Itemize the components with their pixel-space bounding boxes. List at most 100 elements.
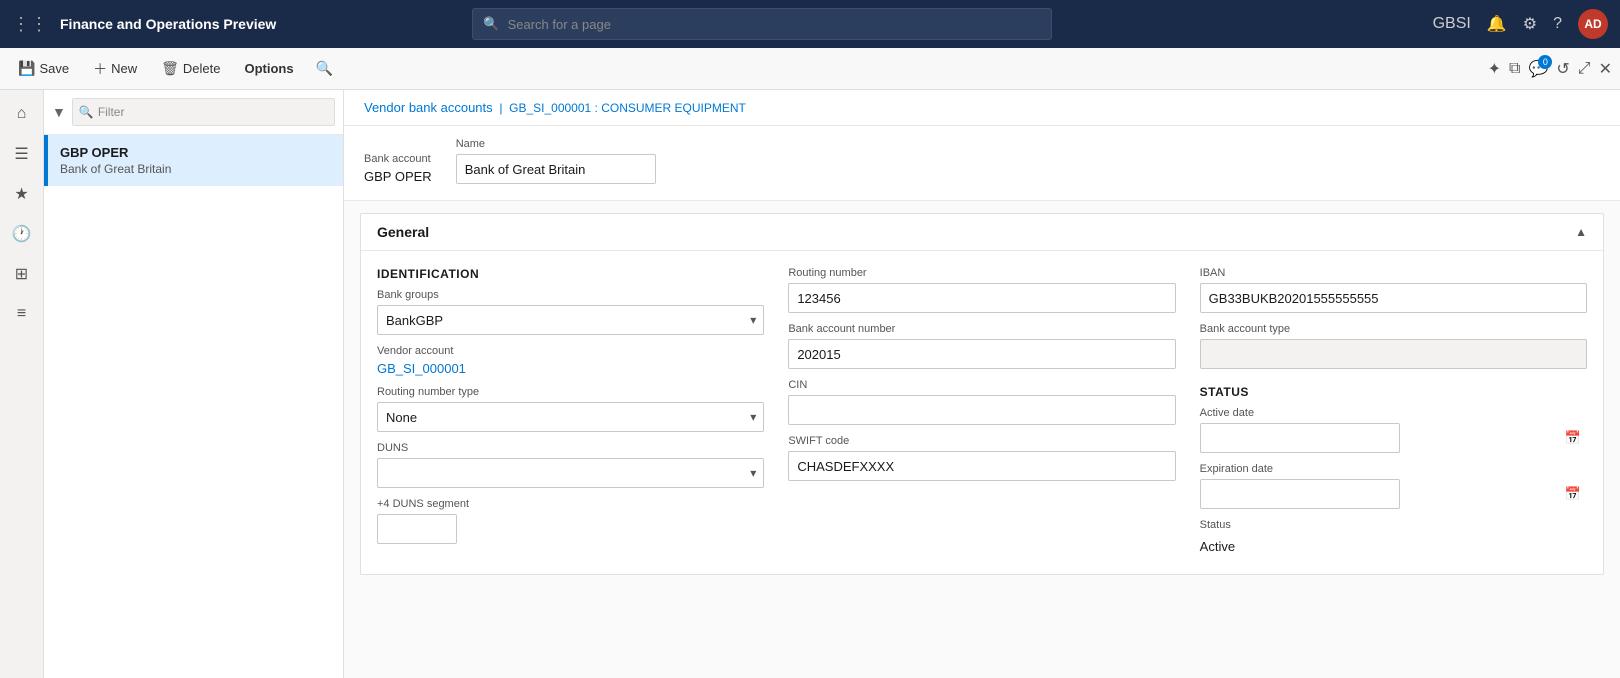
filter-input[interactable] bbox=[98, 105, 328, 119]
iban-field: IBAN bbox=[1200, 267, 1587, 313]
save-icon: 💾 bbox=[18, 60, 35, 77]
vendor-account-link[interactable]: GB_SI_000001 bbox=[377, 361, 764, 376]
expand-icon[interactable]: ⤢ bbox=[1578, 60, 1591, 78]
routing-number-input[interactable] bbox=[788, 283, 1175, 313]
grid-menu-icon[interactable]: ⋮⋮ bbox=[12, 14, 48, 35]
breadcrumb-separator: | bbox=[499, 101, 502, 115]
toolbar: 💾 Save ＋ New 🗑 Delete Options 🔍 ✦ ⧉ 💬 0 … bbox=[0, 48, 1620, 90]
detail-header: Bank account GBP OPER Name bbox=[344, 126, 1620, 201]
bank-account-type-input[interactable] bbox=[1200, 339, 1587, 369]
notification-icon[interactable]: 🔔 bbox=[1487, 14, 1507, 34]
swift-code-input[interactable] bbox=[788, 451, 1175, 481]
toolbar-search-icon[interactable]: 🔍 bbox=[316, 60, 333, 77]
close-icon[interactable]: ✕ bbox=[1599, 59, 1612, 79]
home-icon[interactable]: ⌂ bbox=[6, 98, 38, 130]
workspace-icon[interactable]: ⊞ bbox=[6, 258, 38, 290]
iban-label: IBAN bbox=[1200, 267, 1587, 279]
messages-badge: 0 bbox=[1538, 55, 1552, 69]
plus-icon: ＋ bbox=[93, 59, 107, 79]
identification-header-field: IDENTIFICATION bbox=[377, 267, 764, 281]
expiration-date-field: Expiration date 📅 bbox=[1200, 463, 1587, 509]
breadcrumb-link[interactable]: Vendor bank accounts bbox=[364, 100, 493, 115]
expiration-date-wrap: 📅 bbox=[1200, 479, 1587, 509]
swift-code-label: SWIFT code bbox=[788, 435, 1175, 447]
status-section: STATUS Active date 📅 Expiration date bbox=[1200, 385, 1587, 558]
refresh-icon[interactable]: ↺ bbox=[1556, 59, 1569, 79]
side-icons: ⌂ ☰ ★ 🕐 ⊞ ≡ bbox=[0, 90, 44, 678]
delete-icon: 🗑 bbox=[161, 60, 179, 77]
user-code: GBSI bbox=[1433, 15, 1471, 33]
bank-account-number-field: Bank account number bbox=[788, 323, 1175, 369]
personalize-icon[interactable]: ✦ bbox=[1488, 59, 1501, 79]
settings-icon[interactable]: ⚙ bbox=[1523, 14, 1537, 34]
routing-number-type-select-wrap: None bbox=[377, 402, 764, 432]
top-nav-right: GBSI 🔔 ⚙ ? AD bbox=[1433, 9, 1608, 39]
duns-select[interactable] bbox=[377, 458, 764, 488]
vendor-account-label: Vendor account bbox=[377, 345, 764, 357]
expiration-date-calendar-icon[interactable]: 📅 bbox=[1565, 486, 1581, 502]
expiration-date-input[interactable] bbox=[1200, 479, 1400, 509]
breadcrumb-detail: GB_SI_000001 : CONSUMER EQUIPMENT bbox=[509, 101, 746, 115]
status-field-value: Active bbox=[1200, 535, 1587, 558]
section-header[interactable]: General ▲ bbox=[361, 214, 1603, 251]
help-icon[interactable]: ? bbox=[1553, 15, 1562, 33]
section-body: IDENTIFICATION Bank groups BankGBP Vendo… bbox=[361, 251, 1603, 574]
toolbar-right: ✦ ⧉ 💬 0 ↺ ⤢ ✕ bbox=[1488, 59, 1612, 79]
top-nav: ⋮⋮ Finance and Operations Preview 🔍 GBSI… bbox=[0, 0, 1620, 48]
bank-account-number-input[interactable] bbox=[788, 339, 1175, 369]
save-button[interactable]: 💾 Save bbox=[8, 56, 79, 81]
list-filter-bar: ▼ 🔍 bbox=[44, 90, 343, 135]
bank-account-type-field: Bank account type bbox=[1200, 323, 1587, 369]
delete-button[interactable]: 🗑 Delete bbox=[151, 56, 230, 81]
bank-account-field-group: Bank account GBP OPER bbox=[364, 153, 432, 184]
identification-label: IDENTIFICATION bbox=[377, 267, 764, 281]
bank-groups-select[interactable]: BankGBP bbox=[377, 305, 764, 335]
app-title: Finance and Operations Preview bbox=[60, 16, 276, 32]
routing-column: Routing number Bank account number CIN S… bbox=[788, 267, 1175, 558]
search-input[interactable] bbox=[508, 17, 1042, 32]
user-avatar[interactable]: AD bbox=[1578, 9, 1608, 39]
cin-input[interactable] bbox=[788, 395, 1175, 425]
iban-input[interactable] bbox=[1200, 283, 1587, 313]
duns-field: DUNS bbox=[377, 442, 764, 488]
list-item-title: GBP OPER bbox=[60, 145, 331, 160]
name-label: Name bbox=[456, 138, 656, 150]
name-input[interactable] bbox=[456, 154, 656, 184]
duns-segment-field: +4 DUNS segment bbox=[377, 498, 764, 544]
cin-label: CIN bbox=[788, 379, 1175, 391]
filter-search-icon: 🔍 bbox=[79, 105, 94, 119]
bank-groups-field: Bank groups BankGBP bbox=[377, 289, 764, 335]
duns-segment-label: +4 DUNS segment bbox=[377, 498, 764, 510]
search-icon: 🔍 bbox=[483, 16, 499, 32]
messages-icon-wrapper[interactable]: 💬 0 bbox=[1528, 59, 1548, 79]
new-button[interactable]: ＋ New bbox=[83, 55, 147, 83]
routing-number-label: Routing number bbox=[788, 267, 1175, 279]
list-icon[interactable]: ≡ bbox=[6, 298, 38, 330]
active-date-label: Active date bbox=[1200, 407, 1587, 419]
routing-number-type-select[interactable]: None bbox=[377, 402, 764, 432]
active-date-calendar-icon[interactable]: 📅 bbox=[1565, 430, 1581, 446]
routing-number-field: Routing number bbox=[788, 267, 1175, 313]
favorites-icon[interactable]: ★ bbox=[6, 178, 38, 210]
options-button[interactable]: Options bbox=[234, 57, 303, 80]
duns-label: DUNS bbox=[377, 442, 764, 454]
duns-segment-input[interactable] bbox=[377, 514, 457, 544]
active-date-field: Active date 📅 bbox=[1200, 407, 1587, 453]
list-filter-icon[interactable]: ▼ bbox=[52, 104, 66, 120]
search-bar: 🔍 bbox=[472, 8, 1052, 40]
status-value-field: Status Active bbox=[1200, 519, 1587, 558]
list-item[interactable]: GBP OPER Bank of Great Britain bbox=[44, 135, 343, 186]
name-field-group: Name bbox=[456, 138, 656, 184]
list-panel: ▼ 🔍 GBP OPER Bank of Great Britain bbox=[44, 90, 344, 678]
recent-icon[interactable]: 🕐 bbox=[6, 218, 38, 250]
filter-icon[interactable]: ☰ bbox=[6, 138, 38, 170]
iban-column: IBAN Bank account type STATUS Active dat… bbox=[1200, 267, 1587, 558]
active-date-input[interactable] bbox=[1200, 423, 1400, 453]
section-chevron-icon: ▲ bbox=[1575, 225, 1587, 239]
general-section: General ▲ IDENTIFICATION Bank groups Ban… bbox=[360, 213, 1604, 575]
expiration-date-label: Expiration date bbox=[1200, 463, 1587, 475]
detail-header-row: Bank account GBP OPER Name bbox=[364, 138, 1600, 184]
open-in-new-icon[interactable]: ⧉ bbox=[1509, 60, 1520, 78]
vendor-account-field: Vendor account GB_SI_000001 bbox=[377, 345, 764, 376]
status-field-label: Status bbox=[1200, 519, 1587, 531]
